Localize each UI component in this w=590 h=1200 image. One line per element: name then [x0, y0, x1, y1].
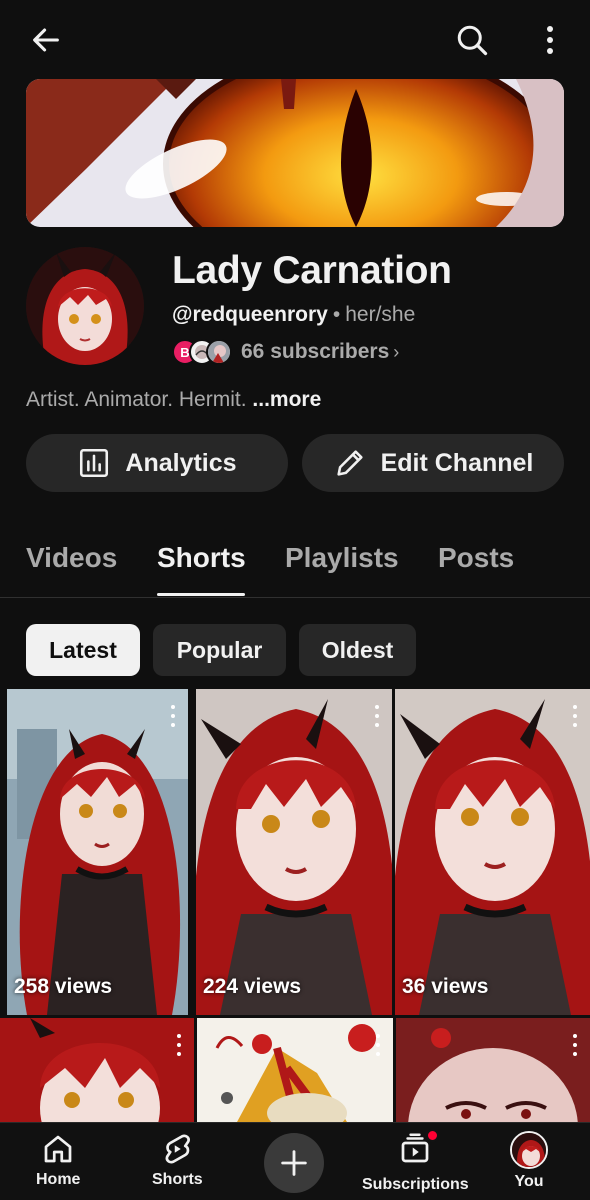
handle-row: @redqueenrory • her/she	[172, 303, 415, 327]
edit-channel-button[interactable]: Edit Channel	[302, 434, 564, 492]
short-image	[197, 1018, 393, 1122]
notification-dot	[426, 1129, 440, 1142]
back-button[interactable]	[24, 18, 68, 62]
nav-shorts-label: Shorts	[152, 1171, 203, 1188]
short-more-button[interactable]	[164, 705, 182, 727]
home-icon	[44, 1135, 72, 1163]
short-image	[0, 1018, 194, 1122]
top-app-bar	[0, 0, 590, 80]
short-image	[7, 689, 188, 1015]
short-image	[395, 689, 590, 1015]
nav-shorts[interactable]: Shorts	[152, 1131, 203, 1189]
more-options-button[interactable]	[528, 18, 572, 62]
short-more-button[interactable]	[566, 1034, 584, 1056]
tab-videos[interactable]: Videos	[26, 542, 117, 574]
shorts-icon	[165, 1134, 191, 1164]
nav-you-label: You	[514, 1173, 544, 1190]
short-more-button[interactable]	[566, 705, 584, 727]
nav-subscriptions-label: Subscriptions	[362, 1176, 469, 1193]
arrow-left-icon	[33, 28, 59, 52]
nav-home[interactable]: Home	[36, 1131, 80, 1189]
plus-icon	[281, 1150, 307, 1176]
bottom-navigation: Home Shorts Subscriptions You	[0, 1122, 590, 1200]
short-more-button[interactable]	[368, 705, 386, 727]
create-button[interactable]	[264, 1133, 324, 1193]
channel-name: Lady Carnation	[172, 249, 452, 292]
pencil-icon	[336, 450, 363, 476]
channel-pronouns: her/she	[345, 303, 416, 326]
avatar-image	[26, 247, 144, 365]
nav-home-label: Home	[36, 1171, 81, 1188]
chip-oldest[interactable]: Oldest	[299, 624, 416, 676]
more-vertical-icon	[547, 26, 553, 54]
eye-artwork-image	[26, 79, 564, 227]
short-thumbnail[interactable]: 224 views	[196, 689, 392, 1015]
subscribers-row[interactable]: B 66 subscribers ›	[172, 338, 399, 366]
short-thumbnail[interactable]: 36 views	[395, 689, 590, 1015]
chip-popular[interactable]: Popular	[153, 624, 286, 676]
short-image	[196, 689, 392, 1015]
short-thumbnail[interactable]	[197, 1018, 393, 1122]
short-image	[396, 1018, 590, 1122]
subscriber-avatar	[206, 339, 232, 365]
channel-description[interactable]: Artist. Animator. Hermit. ...more	[26, 388, 321, 412]
channel-tabs: Videos Shorts Playlists Posts	[0, 526, 590, 598]
channel-banner[interactable]	[26, 79, 564, 227]
you-avatar	[510, 1131, 548, 1169]
short-views: 258 views	[14, 975, 113, 998]
nav-you[interactable]: You	[510, 1131, 548, 1191]
channel-handle: @redqueenrory	[172, 303, 328, 326]
subscriber-count: 66 subscribers	[241, 340, 390, 363]
nav-subscriptions[interactable]: Subscriptions	[362, 1129, 469, 1194]
more-link[interactable]: ...more	[252, 388, 321, 411]
short-thumbnail[interactable]	[396, 1018, 590, 1122]
tab-shorts[interactable]: Shorts	[157, 542, 246, 574]
chip-latest[interactable]: Latest	[26, 624, 140, 676]
analytics-label: Analytics	[125, 448, 237, 477]
channel-avatar[interactable]	[26, 247, 144, 365]
short-more-button[interactable]	[170, 1034, 188, 1056]
short-views: 224 views	[203, 975, 302, 998]
short-thumbnail[interactable]	[0, 1018, 194, 1122]
short-views: 36 views	[402, 975, 489, 998]
short-thumbnail[interactable]: 258 views	[7, 689, 188, 1015]
tab-playlists[interactable]: Playlists	[285, 542, 399, 574]
separator-dot: •	[332, 303, 341, 326]
search-icon	[457, 25, 488, 56]
active-tab-indicator	[157, 593, 245, 596]
short-more-button[interactable]	[369, 1034, 387, 1056]
analytics-icon	[80, 448, 109, 478]
edit-channel-label: Edit Channel	[380, 448, 534, 477]
search-button[interactable]	[450, 18, 494, 62]
analytics-button[interactable]: Analytics	[26, 434, 288, 492]
chevron-right-icon: ›	[393, 341, 400, 362]
tab-posts[interactable]: Posts	[438, 542, 514, 574]
description-text: Artist. Animator. Hermit.	[26, 388, 247, 411]
